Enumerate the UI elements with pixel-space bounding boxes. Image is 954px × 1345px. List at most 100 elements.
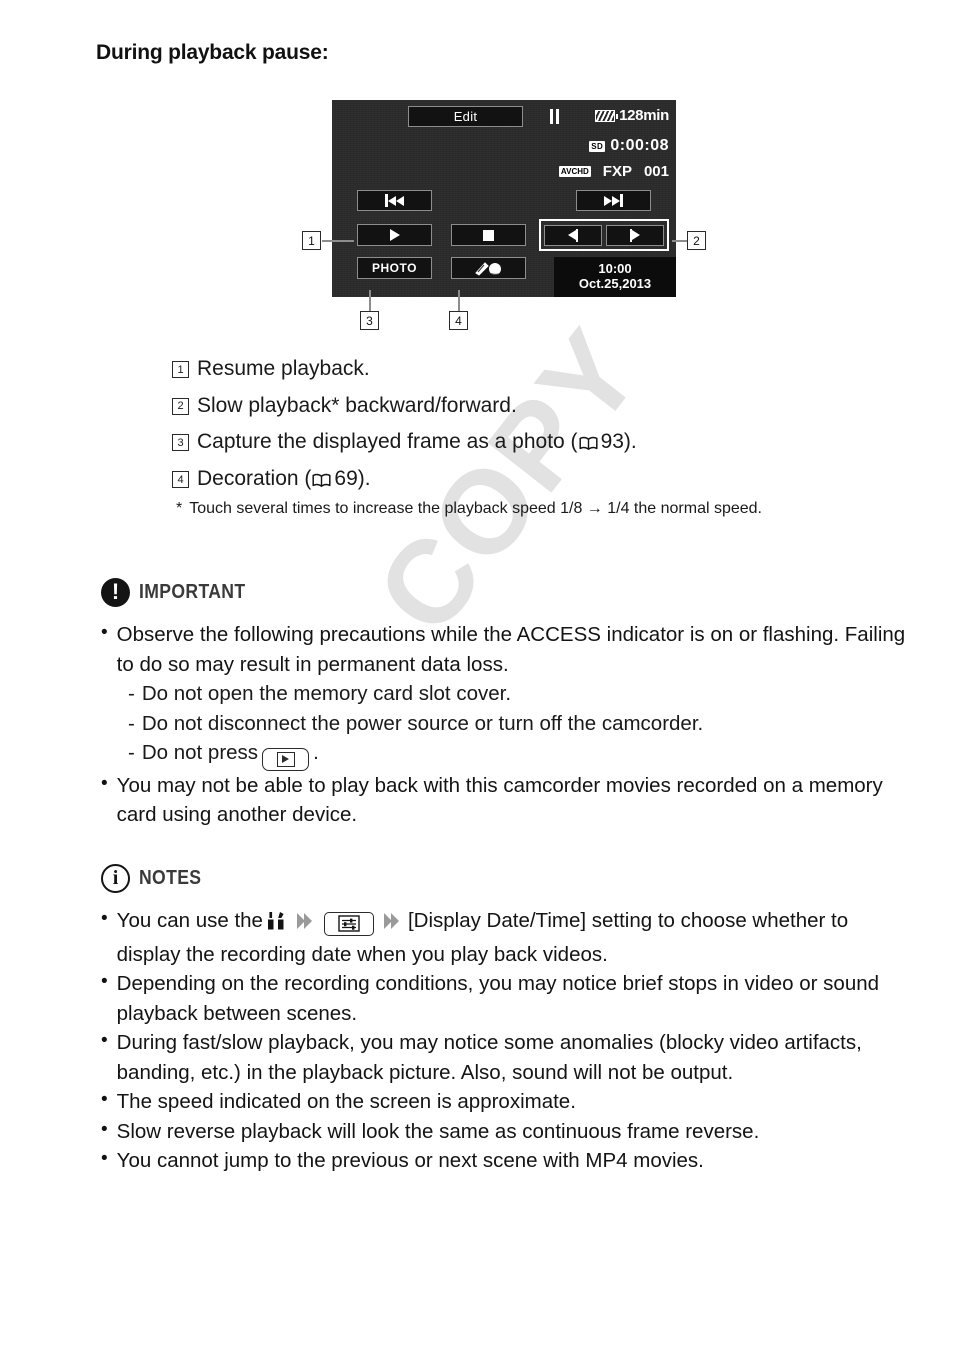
- page-reference: 93: [600, 430, 624, 454]
- bullet-text-part: You can use the: [116, 909, 263, 932]
- bullet-dot: •: [101, 772, 108, 794]
- bullet-text: You may not be able to play back with th…: [116, 773, 883, 827]
- chevron-right-icon: [295, 909, 316, 939]
- avchd-icon: AVCHD: [558, 166, 591, 177]
- callout-marker-3: 3: [360, 311, 379, 330]
- callout-number: 1: [172, 361, 189, 378]
- callout-number: 2: [172, 397, 189, 415]
- skip-forward-icon: [604, 194, 623, 207]
- manual-book-icon: [312, 473, 331, 488]
- bullet-dot: •: [101, 908, 108, 929]
- list-item: • You cannot jump to the previous or nex…: [101, 1146, 909, 1176]
- callout-marker-1: 1: [302, 231, 321, 250]
- decoration-pen-icon: [474, 261, 501, 276]
- important-body: • Observe the following precautions whil…: [101, 620, 909, 830]
- clock-date-label: Oct.25,2013: [578, 276, 652, 291]
- list-item: - Do not disconnect the power source or …: [128, 709, 909, 739]
- bullet-text-part: .: [313, 741, 319, 765]
- page-reference: 69: [334, 467, 358, 491]
- page-section-title: During playback pause:: [96, 41, 329, 64]
- callout-leader-4: [458, 290, 460, 312]
- info-circle-icon: i: [101, 864, 130, 893]
- description-text: ).: [357, 467, 371, 491]
- callout-description-list: 1 Resume playback. 2 Slow playback* back…: [172, 355, 872, 502]
- skip-backward-button[interactable]: [357, 190, 432, 211]
- photo-capture-button[interactable]: PHOTO: [357, 257, 432, 279]
- callout-marker-4: 4: [449, 311, 468, 330]
- manual-book-icon: [579, 436, 598, 451]
- tools-icon: [267, 910, 286, 940]
- callout-marker-2: 2: [687, 231, 706, 250]
- list-item: • Depending on the recording conditions,…: [101, 969, 909, 1028]
- bullet-text-part: Do not press: [141, 741, 259, 765]
- dash-marker: -: [128, 682, 135, 706]
- footnote-text: Touch several times to increase the play…: [189, 500, 762, 517]
- list-item: • During fast/slow playback, you may not…: [101, 1028, 909, 1087]
- playback-button-icon: [262, 747, 310, 771]
- play-icon: [389, 229, 400, 241]
- notes-body: • You can use the [Display Date/Time] set…: [101, 906, 909, 1176]
- bullet-text: Do not press.: [142, 738, 319, 771]
- scene-number-label: 001: [643, 163, 669, 180]
- notes-heading: i NOTES: [101, 864, 210, 893]
- list-item: • You may not be able to play back with …: [101, 771, 909, 830]
- footnote: * Touch several times to increase the pl…: [176, 497, 876, 520]
- exclamation-circle-icon: !: [101, 578, 130, 607]
- bullet-dot: •: [101, 971, 108, 993]
- chevron-right-icon: [382, 909, 403, 939]
- list-item: • The speed indicated on the screen is a…: [101, 1087, 909, 1117]
- slow-forward-icon: [629, 228, 641, 242]
- bullet-text: You can use the [Display Date/Time] setti…: [117, 906, 909, 969]
- description-text: Capture the displayed frame as a photo (: [197, 430, 578, 454]
- datetime-display: 10:00 Oct.25,2013: [554, 257, 676, 297]
- setup-panel-icon: [323, 911, 374, 936]
- lcd-screen: Edit 128min SD 0:00:08 AVCHD FXP 001 PHO…: [332, 100, 676, 297]
- list-item: - Do not press.: [128, 738, 909, 771]
- edit-button[interactable]: Edit: [408, 106, 523, 127]
- bullet-text: During fast/slow playback, you may notic…: [116, 1031, 862, 1084]
- description-text: Decoration (: [197, 467, 312, 491]
- list-item: 2 Slow playback* backward/forward.: [172, 392, 872, 420]
- slow-backward-icon: [567, 228, 579, 242]
- footnote-marker: *: [176, 500, 183, 517]
- list-item: 3 Capture the displayed frame as a photo…: [172, 428, 872, 456]
- bullet-dot: •: [101, 1118, 108, 1140]
- battery-icon: [595, 109, 619, 122]
- skip-forward-button[interactable]: [576, 190, 651, 211]
- bullet-text: Do not open the memory card slot cover.: [141, 682, 512, 706]
- battery-remaining-label: 128min: [619, 107, 669, 124]
- slow-playback-group: [539, 219, 669, 251]
- elapsed-time-label: 0:00:08: [610, 137, 669, 154]
- callout-description: Resume playback.: [197, 357, 370, 380]
- bullet-text: Observe the following precautions while …: [116, 623, 906, 676]
- bullet-dot: •: [101, 622, 108, 643]
- description-text: ).: [623, 430, 637, 454]
- callout-leader-3: [369, 290, 371, 312]
- decoration-button[interactable]: [451, 257, 526, 279]
- important-heading-label: IMPORTANT: [139, 581, 246, 603]
- callout-number: 3: [172, 434, 189, 452]
- skip-backward-icon: [385, 194, 404, 207]
- callout-leader-2: [672, 240, 688, 242]
- stop-button[interactable]: [451, 224, 526, 246]
- bullet-text: You cannot jump to the previous or next …: [116, 1149, 704, 1173]
- dash-marker: -: [128, 741, 135, 765]
- clock-time-label: 10:00: [598, 261, 632, 277]
- camcorder-screen-figure: Edit 128min SD 0:00:08 AVCHD FXP 001 PHO…: [332, 100, 676, 297]
- list-item: • You can use the [Display Date/Time] set…: [101, 906, 909, 969]
- list-item: 4 Decoration ( 69).: [172, 465, 872, 493]
- slow-backward-button[interactable]: [544, 224, 602, 246]
- bullet-dot: •: [101, 1030, 108, 1052]
- play-resume-button[interactable]: [357, 224, 432, 246]
- slow-forward-button[interactable]: [606, 224, 664, 246]
- callout-description: Capture the displayed frame as a photo (…: [197, 428, 637, 456]
- bullet-dot: •: [101, 1089, 108, 1111]
- callout-description: Slow playback* backward/forward.: [197, 393, 517, 417]
- important-heading: ! IMPORTANT: [101, 578, 260, 607]
- quality-mode-label: FXP: [602, 163, 632, 180]
- sd-card-icon: SD: [589, 140, 606, 152]
- bullet-text: Depending on the recording conditions, y…: [116, 972, 880, 1025]
- list-item: • Observe the following precautions whil…: [101, 620, 909, 679]
- bullet-dot: •: [101, 1148, 108, 1170]
- elapsed-time-status: SD 0:00:08: [589, 137, 669, 155]
